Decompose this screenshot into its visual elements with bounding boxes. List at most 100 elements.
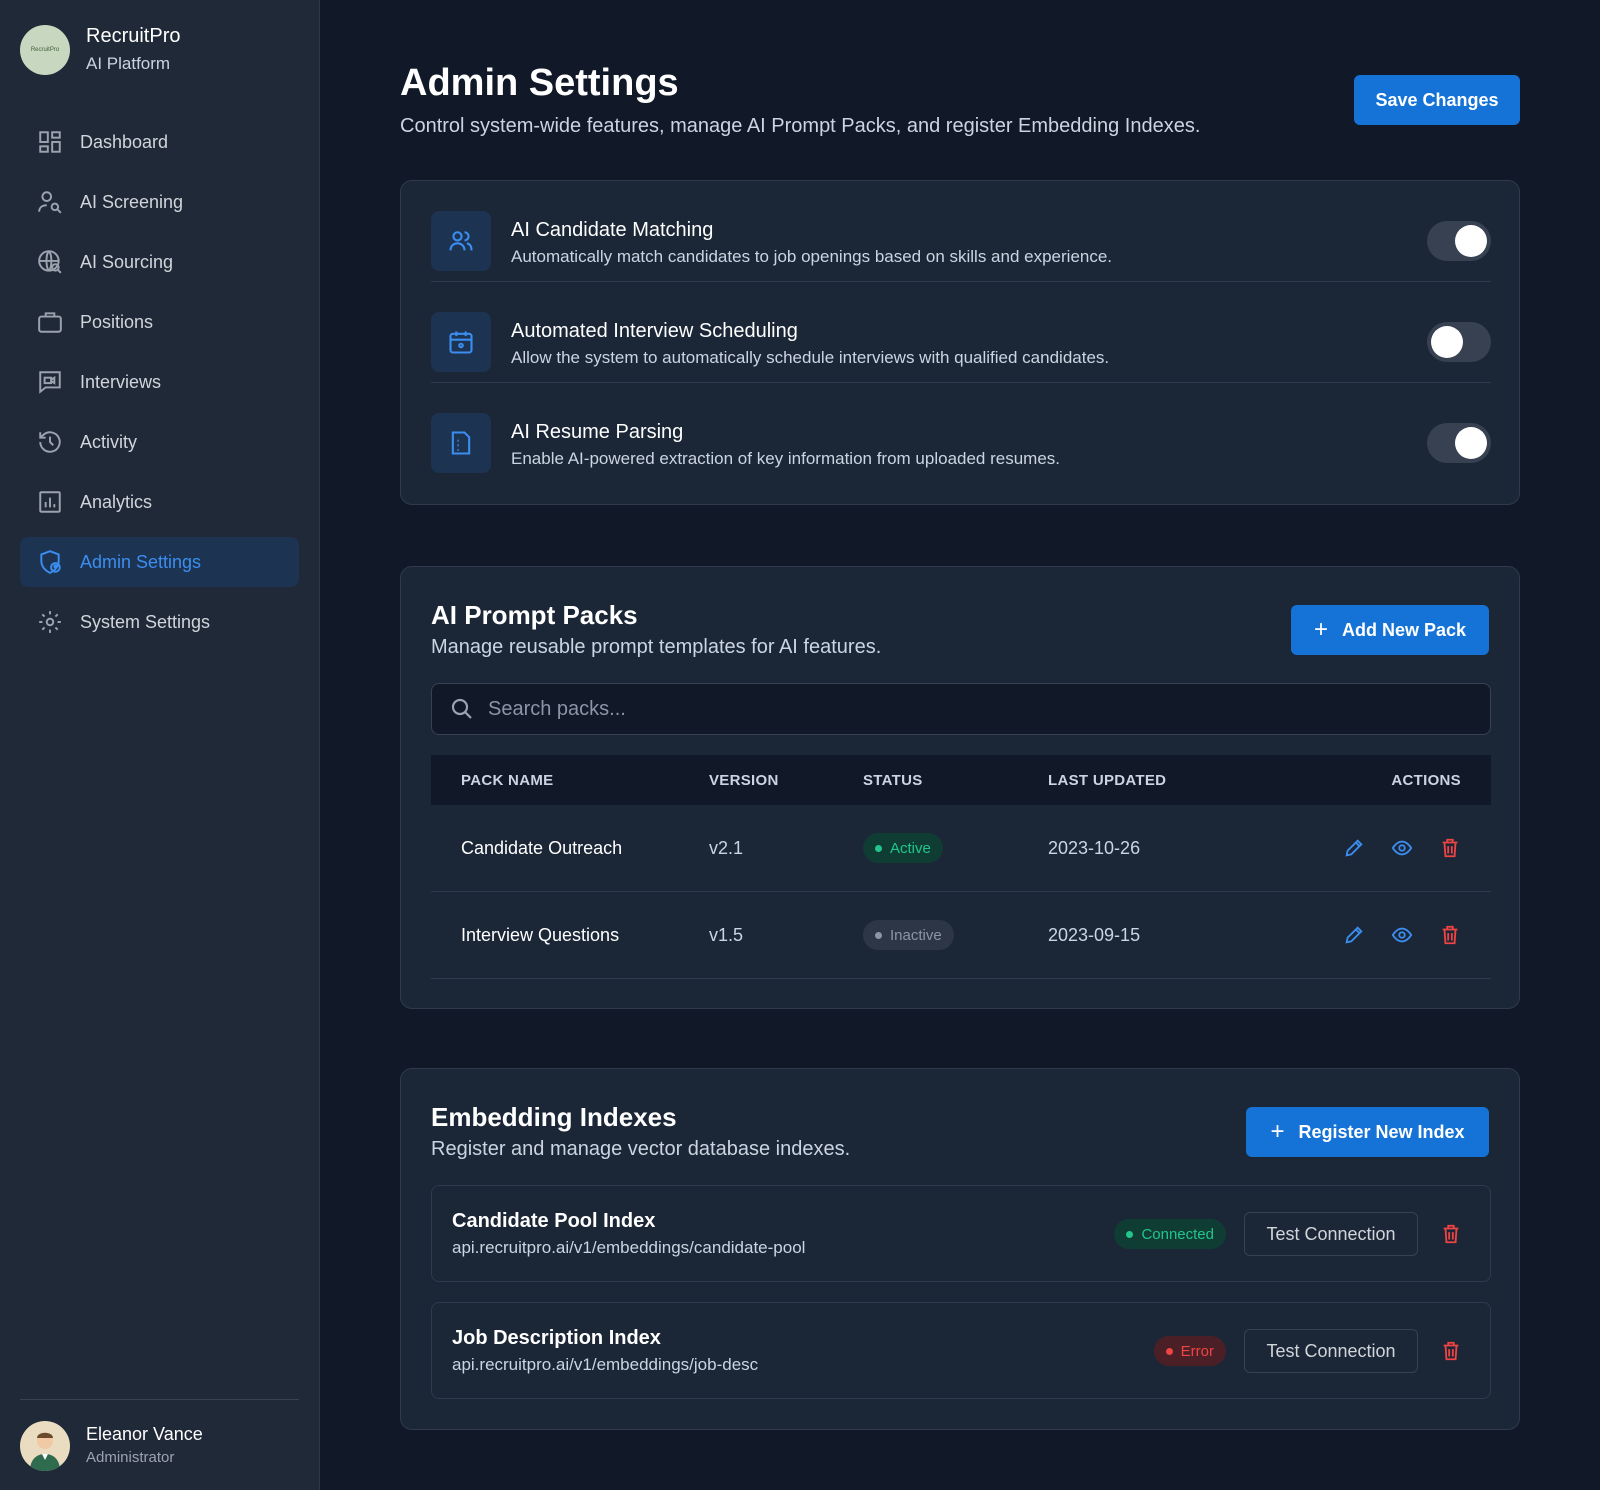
sidebar-item-analytics[interactable]: Analytics	[20, 477, 299, 527]
ai-candidate-matching-toggle[interactable]	[1427, 221, 1491, 261]
sidebar-item-label: Activity	[80, 431, 138, 452]
table-row: Interview Questions v1.5 Inactive 2023-0…	[431, 892, 1491, 979]
user-role: Administrator	[86, 1449, 175, 1466]
sidebar-item-ai-sourcing[interactable]: AI Sourcing	[20, 237, 299, 287]
edit-icon[interactable]	[1343, 837, 1365, 859]
status-label: Error	[1180, 1342, 1214, 1360]
search-input[interactable]	[488, 697, 1448, 721]
history-icon	[36, 428, 64, 456]
feature-description: Automatically match candidates to job op…	[511, 247, 1113, 266]
status-label: Connected	[1141, 1225, 1214, 1243]
feature-title: Automated Interview Scheduling	[511, 320, 798, 342]
sidebar-item-ai-screening[interactable]: AI Screening	[20, 177, 299, 227]
status-badge: Connected	[1114, 1219, 1226, 1249]
trash-icon[interactable]	[1440, 1340, 1462, 1362]
pack-version: v2.1	[709, 837, 744, 858]
status-label: Inactive	[890, 926, 942, 944]
plus-icon: +	[1270, 1118, 1285, 1145]
column-header-status: STATUS	[863, 771, 923, 789]
status-badge: Active	[863, 833, 943, 863]
save-changes-button[interactable]: Save Changes	[1354, 75, 1520, 125]
add-new-pack-label: Add New Pack	[1341, 619, 1467, 640]
brand-subtitle: AI Platform	[86, 54, 171, 73]
register-new-index-button[interactable]: + Register New Index	[1246, 1107, 1489, 1157]
brand-logo: RecruitPro	[20, 25, 70, 75]
prompt-packs-subtitle: Manage reusable prompt templates for AI …	[431, 636, 882, 658]
test-connection-button[interactable]: Test Connection	[1244, 1212, 1418, 1256]
sidebar-item-label: Dashboard	[80, 131, 169, 152]
toggle-knob	[1455, 427, 1487, 459]
sidebar-item-label: Interviews	[80, 371, 162, 392]
sidebar-item-label: AI Screening	[80, 191, 184, 212]
sidebar-divider	[20, 1399, 299, 1400]
page-subtitle: Control system-wide features, manage AI …	[400, 115, 1201, 137]
brand: RecruitPro RecruitPro AI Platform	[20, 24, 180, 76]
feature-description: Enable AI-powered extraction of key info…	[511, 449, 1061, 468]
column-header-pack-name: PACK NAME	[461, 771, 554, 789]
sidebar-item-interviews[interactable]: Interviews	[20, 357, 299, 407]
embedding-indexes-title: Embedding Indexes	[431, 1102, 677, 1132]
index-item: Candidate Pool Index api.recruitpro.ai/v…	[431, 1185, 1491, 1282]
index-url: api.recruitpro.ai/v1/embeddings/job-desc	[452, 1355, 759, 1374]
sidebar-item-label: Analytics	[80, 491, 153, 512]
sidebar-item-label: System Settings	[80, 611, 211, 632]
pack-last-updated: 2023-10-26	[1048, 837, 1141, 858]
eye-icon[interactable]	[1391, 924, 1413, 946]
sidebar-item-label: AI Sourcing	[80, 251, 174, 272]
sidebar-nav: Dashboard AI Screening AI Sourcing Posit…	[20, 117, 299, 657]
feature-description: Allow the system to automatically schedu…	[511, 348, 1110, 367]
user-profile[interactable]: Eleanor Vance Administrator	[20, 1421, 203, 1471]
feature-toggles-card: AI Candidate Matching Automatically matc…	[400, 180, 1520, 505]
admin-shield-icon	[36, 548, 64, 576]
search-icon	[451, 698, 472, 719]
automated-interview-scheduling-toggle[interactable]	[1427, 322, 1491, 362]
pack-search	[431, 683, 1491, 735]
brand-name: RecruitPro	[86, 25, 181, 47]
sidebar-item-positions[interactable]: Positions	[20, 297, 299, 347]
pack-name: Interview Questions	[461, 924, 620, 945]
toggle-knob	[1431, 326, 1463, 358]
sidebar-item-dashboard[interactable]: Dashboard	[20, 117, 299, 167]
user-name: Eleanor Vance	[86, 1424, 203, 1444]
status-badge: Error	[1153, 1336, 1226, 1366]
brand-logo-text: RecruitPro	[30, 47, 60, 53]
add-new-pack-button[interactable]: + Add New Pack	[1291, 605, 1489, 655]
embedding-indexes-card: Embedding Indexes Register and manage ve…	[400, 1068, 1520, 1430]
document-icon	[431, 413, 491, 473]
sidebar-item-label: Admin Settings	[80, 551, 202, 572]
trash-icon[interactable]	[1440, 1223, 1462, 1245]
prompt-packs-title: AI Prompt Packs	[431, 600, 638, 630]
gear-icon	[36, 608, 64, 636]
dashboard-icon	[36, 128, 64, 156]
globe-search-icon	[36, 248, 64, 276]
plus-icon: +	[1313, 616, 1328, 643]
sidebar-item-activity[interactable]: Activity	[20, 417, 299, 467]
sidebar-item-admin-settings[interactable]: Admin Settings	[20, 537, 299, 587]
index-name: Candidate Pool Index	[452, 1210, 656, 1232]
ai-resume-parsing-toggle[interactable]	[1427, 423, 1491, 463]
sidebar-item-system-settings[interactable]: System Settings	[20, 597, 299, 647]
trash-icon[interactable]	[1439, 924, 1461, 946]
pack-name: Candidate Outreach	[461, 837, 623, 858]
feature-row: AI Resume Parsing Enable AI-powered extr…	[431, 383, 1491, 484]
eye-icon[interactable]	[1391, 837, 1413, 859]
page-title: Admin Settings	[400, 62, 679, 104]
avatar	[20, 1421, 70, 1471]
column-header-last-updated: LAST UPDATED	[1048, 771, 1167, 789]
feature-row: Automated Interview Scheduling Allow the…	[431, 282, 1491, 383]
status-badge: Inactive	[863, 920, 954, 950]
briefcase-icon	[36, 308, 64, 336]
embedding-indexes-subtitle: Register and manage vector database inde…	[431, 1138, 851, 1160]
sidebar: RecruitPro RecruitPro AI Platform Dashbo…	[0, 0, 320, 1490]
test-connection-button[interactable]: Test Connection	[1244, 1329, 1418, 1373]
table-header: PACK NAME VERSION STATUS LAST UPDATED AC…	[431, 755, 1491, 805]
index-name: Job Description Index	[452, 1327, 661, 1349]
trash-icon[interactable]	[1439, 837, 1461, 859]
prompt-packs-table: PACK NAME VERSION STATUS LAST UPDATED AC…	[431, 755, 1491, 979]
pack-version: v1.5	[709, 924, 744, 945]
table-row: Candidate Outreach v2.1 Active 2023-10-2…	[431, 805, 1491, 892]
video-chat-icon	[36, 368, 64, 396]
users-icon	[431, 211, 491, 271]
user-search-icon	[36, 188, 64, 216]
edit-icon[interactable]	[1343, 924, 1365, 946]
